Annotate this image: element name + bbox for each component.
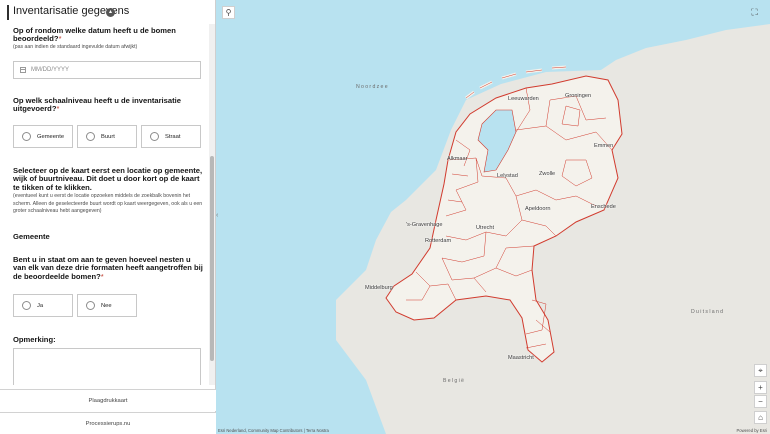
city-label: 's-Gravenhage (406, 222, 443, 228)
city-label: Leeuwarden (508, 96, 539, 102)
sea-label: Noordzee (356, 84, 389, 90)
processierups-button[interactable]: Processierups.nu (0, 412, 216, 434)
radio-circle (150, 132, 159, 141)
question-date: Op of rondom welke datum heeft u de bome… (13, 26, 176, 44)
radio-nee[interactable]: Nee (77, 294, 137, 317)
panel-header: Inventarisatie gegevens ▴ (0, 0, 216, 24)
home-icon[interactable]: ⌂ (754, 411, 767, 424)
question-level: Op welk schaalniveau heeft u de inventar… (13, 96, 181, 114)
belgium-label: België (443, 378, 466, 384)
hint-location: (eventueel kunt u eerst de locatie opzoe… (13, 193, 203, 215)
radio-circle (22, 301, 31, 310)
locate-icon[interactable]: ⌖ (754, 364, 767, 377)
radio-circle (22, 132, 31, 141)
radio-gemeente[interactable]: Gemeente (13, 125, 73, 148)
city-label: Alkmaar (447, 156, 468, 162)
map-attribution: Esri Nederland, Community Map Contributo… (218, 428, 329, 433)
radio-circle (86, 301, 95, 310)
germany-label: Duitsland (691, 309, 725, 315)
fullscreen-icon[interactable]: ⛶ (748, 5, 761, 18)
date-input[interactable]: MM/DD/YYYY (13, 61, 201, 79)
city-label: Zwolle (539, 171, 556, 177)
question-nests: Bent u in staat om aan te geven hoeveel … (13, 255, 203, 281)
date-placeholder: MM/DD/YYYY (31, 67, 70, 73)
city-label: Maastricht (508, 355, 534, 361)
plaagdrukkaart-button[interactable]: Plaagdrukkaart (0, 389, 216, 411)
header-accent-bar (7, 5, 9, 20)
city-label: Enschede (591, 204, 616, 210)
zoom-in-icon[interactable]: + (754, 381, 767, 394)
zoom-out-icon[interactable]: − (754, 395, 767, 408)
city-label: Emmen (594, 143, 614, 149)
radio-straat[interactable]: Straat (141, 125, 201, 148)
chevron-up-icon[interactable]: ▴ (106, 8, 115, 17)
city-label: Utrecht (476, 225, 495, 231)
city-label: Lelystad (497, 173, 518, 179)
city-label: Middelburg (365, 285, 393, 291)
powered-by[interactable]: Powered by Esri (737, 428, 768, 433)
radio-ja[interactable]: Ja (13, 294, 73, 317)
city-label: Groningen (565, 93, 592, 99)
question-location: Selecteer op de kaart eerst een locatie … (13, 166, 203, 192)
selected-level-label: Gemeente (13, 232, 50, 241)
collapse-panel-icon[interactable]: ‹ (216, 207, 222, 225)
map-canvas (336, 24, 770, 434)
remark-textarea[interactable] (13, 348, 201, 385)
hint-date: (pas aan indien de standaard ingevulde d… (13, 44, 138, 50)
radio-buurt[interactable]: Buurt (77, 125, 137, 148)
left-panel: Inventarisatie gegevens ▴ Op of rondom w… (0, 0, 216, 434)
radio-circle (86, 132, 95, 141)
form-scroll-area[interactable]: Op of rondom welke datum heeft u de bome… (0, 24, 216, 385)
city-label: Rotterdam (425, 238, 452, 244)
map-view[interactable]: Noordzee Duitsland België Leeuwarden Gro… (216, 0, 770, 434)
calendar-icon (20, 67, 26, 73)
form-scrollbar[interactable] (209, 24, 215, 385)
scrollbar-thumb[interactable] (210, 156, 214, 361)
search-icon[interactable]: ⚲ (222, 6, 235, 19)
remark-label: Opmerking: (13, 335, 56, 344)
city-label: Apeldoorn (525, 206, 551, 212)
